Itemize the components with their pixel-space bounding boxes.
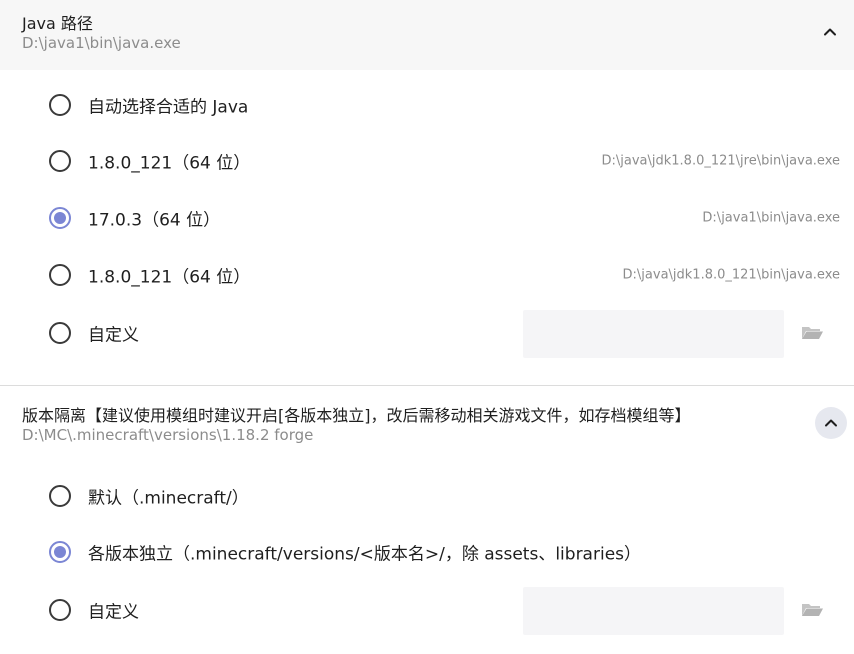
java-option-1[interactable]: 1.8.0_121（64 位） D:\java\jdk1.8.0_121\jre… xyxy=(0,136,854,186)
radio-button[interactable] xyxy=(49,94,71,116)
version-isolation-header[interactable]: 版本隔离【建议使用模组时建议开启[各版本独立]，改后需移动相关游戏文件，如存档模… xyxy=(0,385,854,455)
java-option-2[interactable]: 17.0.3（64 位） D:\java1\bin\java.exe xyxy=(0,193,854,243)
java-option-custom[interactable]: 自定义 xyxy=(0,308,854,358)
chevron-up-icon xyxy=(825,419,837,427)
isolation-option-default[interactable]: 默认（.minecraft/） xyxy=(0,471,854,521)
option-label: 1.8.0_121（64 位） xyxy=(88,153,251,174)
radio-button[interactable] xyxy=(49,485,71,507)
radio-button[interactable] xyxy=(49,599,71,621)
isolation-option-custom[interactable]: 自定义 xyxy=(0,585,854,635)
radio-button[interactable] xyxy=(49,150,71,172)
option-label: 自定义 xyxy=(88,325,139,346)
chevron-up-icon xyxy=(824,28,836,36)
java-path-current: D:\java1\bin\java.exe xyxy=(22,34,181,52)
java-custom-path-input[interactable] xyxy=(523,310,784,358)
java-option-3[interactable]: 1.8.0_121（64 位） D:\java\jdk1.8.0_121\bin… xyxy=(0,250,854,300)
version-isolation-collapse-button[interactable] xyxy=(815,407,847,439)
option-label: 默认（.minecraft/） xyxy=(88,488,249,509)
radio-button[interactable] xyxy=(49,322,71,344)
isolation-custom-path-input[interactable] xyxy=(523,587,784,635)
option-label: 自动选择合适的 Java xyxy=(88,97,249,118)
option-label: 各版本独立（.minecraft/versions/<版本名>/，除 asset… xyxy=(88,544,642,565)
radio-button-checked[interactable] xyxy=(49,541,71,563)
version-isolation-title: 版本隔离【建议使用模组时建议开启[各版本独立]，改后需移动相关游戏文件，如存档模… xyxy=(22,406,691,425)
option-path: D:\java\jdk1.8.0_121\jre\bin\java.exe xyxy=(601,153,840,169)
java-path-header[interactable]: Java 路径 D:\java1\bin\java.exe xyxy=(0,0,854,70)
option-path: D:\java\jdk1.8.0_121\bin\java.exe xyxy=(622,267,840,283)
folder-open-icon[interactable] xyxy=(800,323,824,343)
java-path-collapse-button[interactable] xyxy=(814,16,846,48)
radio-button-checked[interactable] xyxy=(49,207,71,229)
version-isolation-current: D:\MC\.minecraft\versions\1.18.2 forge xyxy=(22,426,314,444)
option-label: 自定义 xyxy=(88,602,139,623)
option-label: 17.0.3（64 位） xyxy=(88,210,221,231)
java-option-auto[interactable]: 自动选择合适的 Java xyxy=(0,80,854,130)
radio-button[interactable] xyxy=(49,264,71,286)
isolation-option-per-version[interactable]: 各版本独立（.minecraft/versions/<版本名>/，除 asset… xyxy=(0,527,854,577)
folder-open-icon[interactable] xyxy=(800,600,824,620)
java-path-title: Java 路径 xyxy=(22,14,93,33)
option-label: 1.8.0_121（64 位） xyxy=(88,267,251,288)
option-path: D:\java1\bin\java.exe xyxy=(702,210,840,226)
